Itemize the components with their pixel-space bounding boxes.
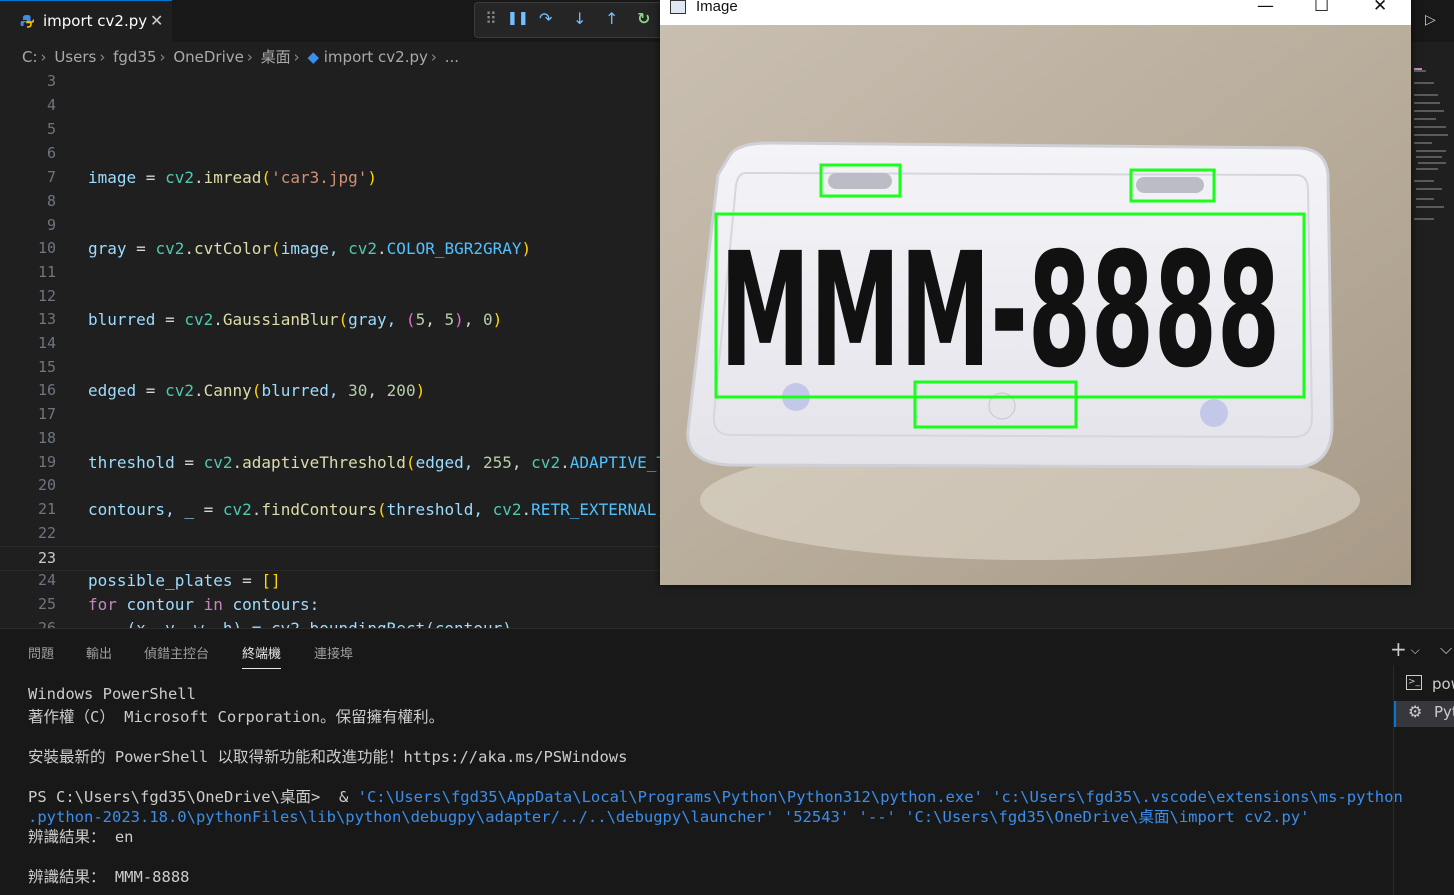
tab-output[interactable]: 輸出 (86, 643, 112, 662)
breadcrumb-item[interactable]: ... (445, 48, 459, 66)
terminal-output: 辨識結果： MMM-8888 (28, 868, 190, 886)
terminal-line: 安裝最新的 PowerShell 以取得新功能和改進功能！https://aka… (28, 748, 628, 766)
line-number: 9 (46, 216, 56, 234)
breadcrumb-item[interactable]: 桌面 (261, 48, 291, 66)
terminal-output: 辨識結果： en (28, 828, 134, 846)
line-number: 26 (37, 619, 56, 628)
terminal-line: Windows PowerShell (28, 685, 196, 703)
line-number: 11 (37, 263, 56, 281)
debug-toolbar: ⠿ ❚❚ ↷ ↓ ↑ ↻ (474, 2, 664, 38)
line-number: 16 (37, 381, 56, 399)
terminal-command: 'C:\Users\fgd35\AppData\Local\Programs\P… (357, 788, 1403, 806)
image-window[interactable]: Image — ☐ ✕ MMM-8888 (660, 0, 1411, 585)
step-into-icon[interactable]: ↓ (573, 9, 586, 28)
run-icon[interactable]: ▷ (1425, 12, 1436, 28)
minimap[interactable] (1410, 42, 1454, 628)
line-number: 24 (37, 571, 56, 589)
terminal-command-line: PS C:\Users\fgd35\OneDrive\桌面> & 'C:\Use… (28, 785, 1403, 807)
breadcrumb-item[interactable]: Users (54, 48, 96, 66)
line-number: 21 (37, 500, 56, 518)
breadcrumb-item[interactable]: fgd35 (113, 48, 156, 66)
code-line: edged = cv2.Canny(blurred, 30, 200) (88, 381, 426, 400)
chevron-down-icon[interactable]: ⌵ (1407, 643, 1420, 657)
terminal-list: >_ powershell ⚙ Python (1393, 665, 1454, 895)
line-number: 20 (37, 476, 56, 494)
code-line: for contour in contours: (88, 595, 320, 614)
restart-icon[interactable]: ↻ (637, 9, 650, 28)
code-line: contours, _ = cv2.findContours(threshold… (88, 500, 667, 519)
terminal-prompt: PS C:\Users\fgd35\OneDrive\桌面> & (28, 788, 358, 806)
tab-filename: import cv2.py (43, 12, 148, 30)
close-tab-icon[interactable]: ✕ (150, 11, 163, 30)
terminal-item-powershell[interactable]: >_ powershell (1394, 673, 1454, 699)
line-number: 17 (37, 405, 56, 423)
tab-import-cv2[interactable]: import cv2.py ✕ (0, 0, 172, 42)
terminal-item-label: powershell (1432, 675, 1454, 693)
line-number: 12 (37, 287, 56, 305)
new-terminal-button[interactable]: + ⌵ (1390, 637, 1420, 661)
line-number: 10 (37, 239, 56, 257)
maximize-button[interactable]: ☐ (1314, 0, 1329, 16)
terminal-line: .python-2023.18.0\pythonFiles\lib\python… (28, 808, 1310, 826)
tab-ports[interactable]: 連接埠 (314, 643, 353, 662)
step-out-icon[interactable]: ↑ (605, 9, 618, 28)
code-line: possible_plates = [] (88, 571, 281, 590)
code-line: gray = cv2.cvtColor(image, cv2.COLOR_BGR… (88, 239, 532, 258)
terminal-item-python[interactable]: ⚙ Python (1394, 701, 1454, 727)
line-number: 18 (37, 429, 56, 447)
window-app-icon (670, 0, 686, 14)
line-number: 4 (46, 96, 56, 114)
line-number: 7 (46, 168, 56, 186)
drag-handle-icon[interactable]: ⠿ (485, 9, 497, 28)
breadcrumb-item[interactable]: C: (22, 48, 38, 66)
pause-icon[interactable]: ❚❚ (507, 11, 529, 26)
bottom-panel: 問題 輸出 偵錯主控台 終端機 連接埠 + ⌵ ⌵ Windows PowerS… (0, 628, 1454, 895)
breadcrumb: C: › Users › fgd35 › OneDrive › 桌面 › ◆ import… (22, 48, 459, 66)
line-number: 13 (37, 310, 56, 328)
breadcrumb-item[interactable]: OneDrive (173, 48, 244, 66)
tab-terminal[interactable]: 終端機 (242, 643, 282, 669)
code-line: (x, y, w, h) = cv2.boundingRect(contour) (88, 619, 512, 628)
line-number: 22 (37, 524, 56, 542)
tab-problems[interactable]: 問題 (28, 643, 54, 662)
terminal-item-label: Python (1434, 703, 1454, 721)
line-number: 15 (37, 358, 56, 376)
python-file-icon (20, 15, 34, 28)
svg-text:MMM-8888: MMM-8888 (720, 219, 1280, 403)
terminal-icon: >_ (1406, 675, 1422, 690)
line-number: 3 (46, 72, 56, 90)
breadcrumb-item[interactable]: import cv2.py (324, 48, 428, 66)
more-actions-icon[interactable]: ⌵ (1440, 639, 1452, 659)
close-window-button[interactable]: ✕ (1373, 0, 1387, 16)
image-window-titlebar[interactable]: Image — ☐ ✕ (660, 0, 1411, 25)
line-number: 25 (37, 595, 56, 613)
license-plate-photo: MMM-8888 (660, 25, 1411, 585)
tab-debug-console[interactable]: 偵錯主控台 (144, 643, 209, 662)
terminal-line: 著作權（C） Microsoft Corporation。保留擁有權利。 (28, 708, 445, 726)
line-number: 6 (46, 144, 56, 162)
debug-icon: ⚙ (1408, 702, 1423, 721)
code-line: threshold = cv2.adaptiveThreshold(edged,… (88, 453, 667, 472)
plus-icon[interactable]: + (1390, 637, 1407, 661)
step-over-icon[interactable]: ↷ (539, 9, 552, 28)
python-file-icon: ◆ (307, 48, 319, 66)
image-window-title: Image (696, 0, 738, 15)
code-line: blurred = cv2.GaussianBlur(gray, (5, 5),… (88, 310, 503, 329)
line-number: 19 (37, 453, 56, 471)
line-number: 8 (46, 192, 56, 210)
line-number: 14 (37, 334, 56, 352)
code-line: image = cv2.imread('car3.jpg') (88, 168, 378, 187)
line-number-current: 23 (37, 549, 56, 567)
minimize-button[interactable]: — (1257, 0, 1274, 16)
line-number: 5 (46, 120, 56, 138)
